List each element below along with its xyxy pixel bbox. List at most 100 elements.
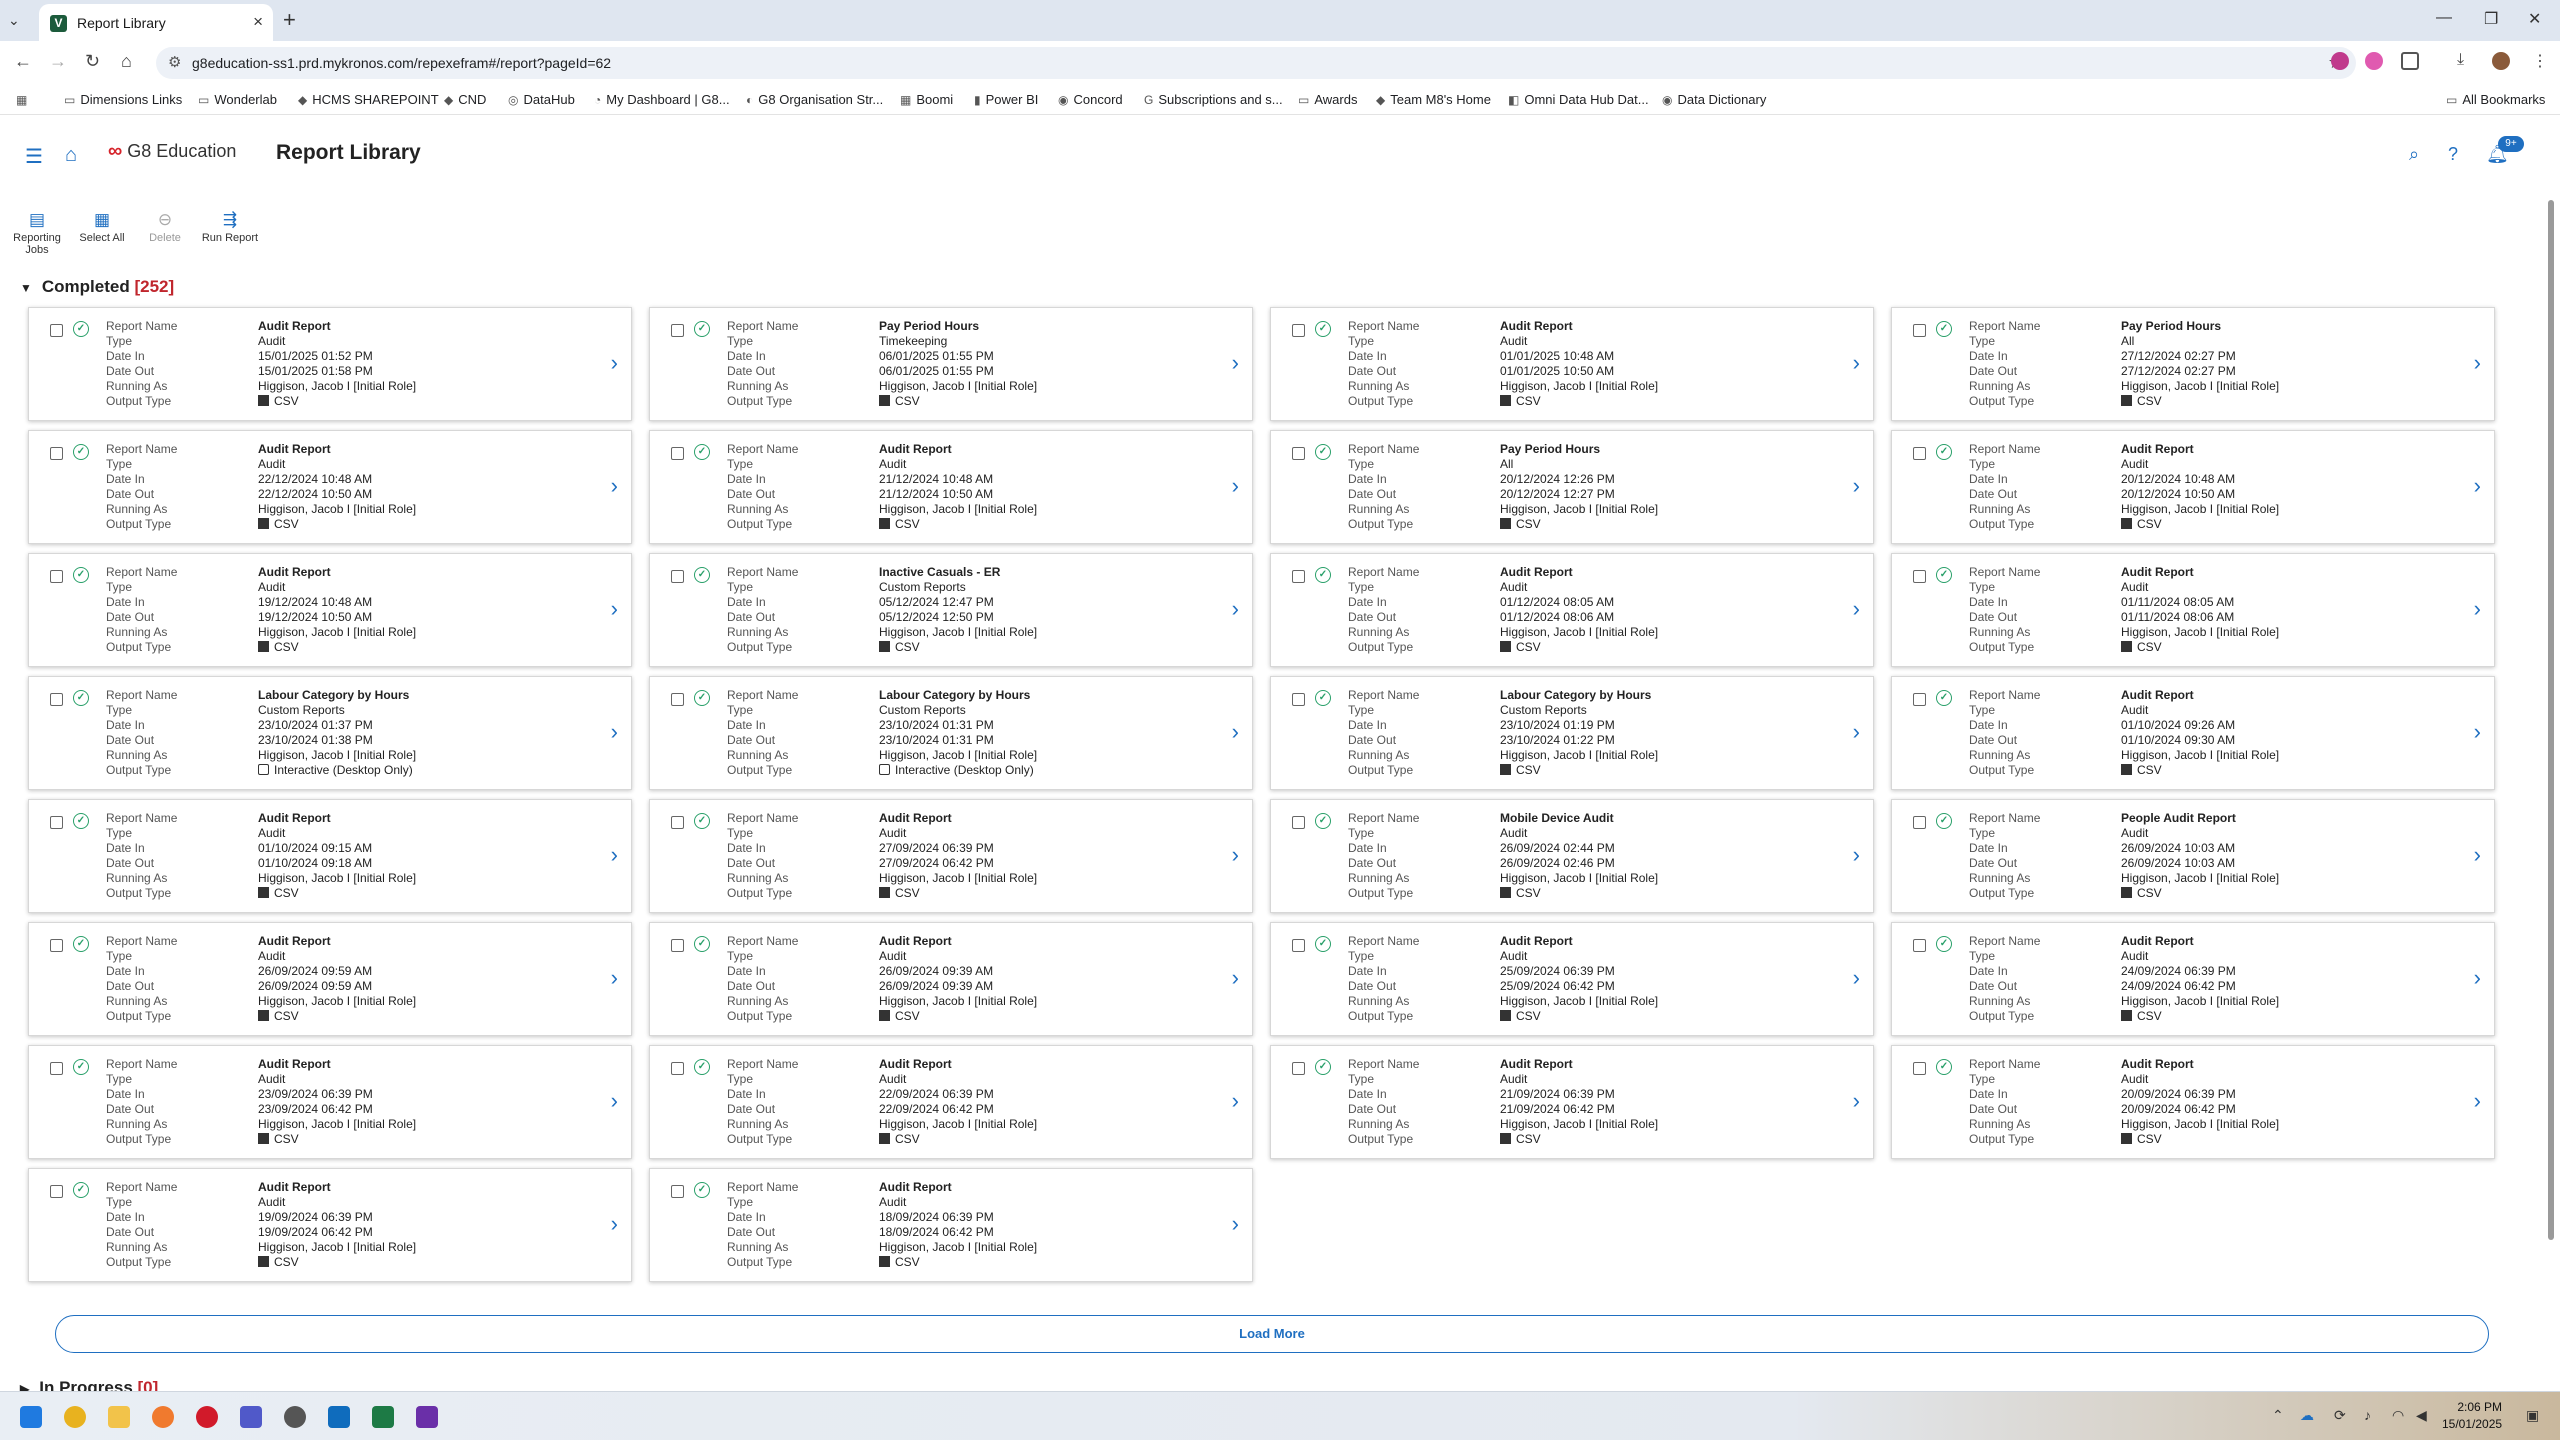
downloads-icon[interactable]: ⤓ xyxy=(2457,51,2464,69)
reporting-jobs-button[interactable]: ▤ Reporting Jobs xyxy=(10,210,64,256)
report-card[interactable]: ✓ Report Name Type Date In Date Out Running A… xyxy=(1891,676,2495,790)
report-select-checkbox[interactable] xyxy=(1913,324,1926,337)
chevron-right-icon[interactable]: › xyxy=(611,1088,618,1114)
report-select-checkbox[interactable] xyxy=(1292,693,1305,706)
report-card[interactable]: ✓ Report Name Type Date In Date Out Running A… xyxy=(1891,922,2495,1036)
settings-app-icon[interactable] xyxy=(284,1406,306,1428)
report-card[interactable]: ✓ Report Name Type Date In Date Out Running A… xyxy=(1891,430,2495,544)
apps-grid-icon[interactable]: ▦ xyxy=(16,92,32,107)
home-icon[interactable]: ⌂ xyxy=(65,144,77,167)
report-card[interactable]: ✓ Report Name Type Date In Date Out Running A… xyxy=(1270,307,1874,421)
file-explorer-icon[interactable] xyxy=(108,1406,130,1428)
bookmark-item[interactable]: ▭ Wonderlab xyxy=(198,92,277,107)
chevron-right-icon[interactable]: › xyxy=(1232,350,1239,376)
report-card[interactable]: ✓ Report Name Type Date In Date Out Running A… xyxy=(1270,553,1874,667)
start-icon[interactable] xyxy=(20,1406,42,1428)
search-icon[interactable]: ⌕ xyxy=(2409,144,2419,165)
tray-chevron-icon[interactable]: ⌃ xyxy=(2272,1407,2284,1424)
bookmark-item[interactable]: G Subscriptions and s... xyxy=(1144,92,1283,107)
chevron-right-icon[interactable]: › xyxy=(1232,719,1239,745)
report-select-checkbox[interactable] xyxy=(50,1185,63,1198)
chevron-right-icon[interactable]: › xyxy=(1232,473,1239,499)
report-card[interactable]: ✓ Report Name Type Date In Date Out Running A… xyxy=(28,430,632,544)
report-card[interactable]: ✓ Report Name Type Date In Date Out Running A… xyxy=(1891,1045,2495,1159)
outlook-icon[interactable] xyxy=(328,1406,350,1428)
report-card[interactable]: ✓ Report Name Type Date In Date Out Running A… xyxy=(1270,799,1874,913)
report-card[interactable]: ✓ Report Name Type Date In Date Out Running A… xyxy=(1270,430,1874,544)
report-card[interactable]: ✓ Report Name Type Date In Date Out Running A… xyxy=(649,922,1253,1036)
bookmark-item[interactable]: ▦ Boomi xyxy=(900,92,953,107)
chevron-right-icon[interactable]: › xyxy=(1232,1088,1239,1114)
report-select-checkbox[interactable] xyxy=(1292,570,1305,583)
report-select-checkbox[interactable] xyxy=(50,939,63,952)
chevron-right-icon[interactable]: › xyxy=(1232,1211,1239,1237)
report-select-checkbox[interactable] xyxy=(671,939,684,952)
menu-icon[interactable]: ⋮ xyxy=(2532,51,2548,71)
bookmark-item[interactable]: ◎ DataHub xyxy=(508,92,575,107)
report-card[interactable]: ✓ Report Name Type Date In Date Out Running A… xyxy=(28,922,632,1036)
report-select-checkbox[interactable] xyxy=(1913,570,1926,583)
bookmark-item[interactable]: ◧ Omni Data Hub Dat... xyxy=(1508,92,1649,107)
chevron-right-icon[interactable]: › xyxy=(611,842,618,868)
report-card[interactable]: ✓ Report Name Type Date In Date Out Running A… xyxy=(28,1168,632,1282)
report-select-checkbox[interactable] xyxy=(1292,816,1305,829)
close-window-icon[interactable]: ✕ xyxy=(2528,9,2541,29)
report-select-checkbox[interactable] xyxy=(1292,447,1305,460)
notifications-icon[interactable]: ▣ xyxy=(2526,1407,2539,1424)
bookmark-item[interactable]: ▮ Power BI xyxy=(974,92,1038,107)
report-card[interactable]: ✓ Report Name Type Date In Date Out Running A… xyxy=(1891,553,2495,667)
onedrive-icon[interactable]: ☁ xyxy=(2300,1407,2314,1424)
chevron-right-icon[interactable]: › xyxy=(611,1211,618,1237)
report-select-checkbox[interactable] xyxy=(1913,693,1926,706)
completed-section-toggle[interactable]: ▼ Completed [252] xyxy=(20,277,174,297)
report-card[interactable]: ✓ Report Name Type Date In Date Out Running A… xyxy=(649,1168,1253,1282)
bookmark-item[interactable]: ◔ My Dashboard | G8... xyxy=(594,92,730,107)
volume-icon[interactable]: ◀︎ xyxy=(2416,1407,2427,1424)
reload-icon[interactable]: ↻ xyxy=(85,51,100,72)
bookmark-item[interactable]: ▭ Awards xyxy=(1298,92,1357,107)
chevron-right-icon[interactable]: › xyxy=(2474,965,2481,991)
mic-icon[interactable]: ♪ xyxy=(2364,1407,2371,1423)
report-card[interactable]: ✓ Report Name Type Date In Date Out Running A… xyxy=(649,553,1253,667)
extensions-puzzle-icon[interactable] xyxy=(2401,52,2419,70)
report-card[interactable]: ✓ Report Name Type Date In Date Out Running A… xyxy=(1891,307,2495,421)
report-select-checkbox[interactable] xyxy=(1913,816,1926,829)
chevron-right-icon[interactable]: › xyxy=(1853,719,1860,745)
bookmark-item[interactable]: ◉ Concord xyxy=(1058,92,1123,107)
report-card[interactable]: ✓ Report Name Type Date In Date Out Running A… xyxy=(649,676,1253,790)
chevron-right-icon[interactable]: › xyxy=(611,350,618,376)
chevron-right-icon[interactable]: › xyxy=(2474,719,2481,745)
wifi-icon[interactable]: ◠ xyxy=(2392,1407,2404,1424)
report-select-checkbox[interactable] xyxy=(1913,1062,1926,1075)
clock[interactable]: 2:06 PM 15/01/2025 xyxy=(2442,1399,2502,1433)
minimize-icon[interactable]: — xyxy=(2436,9,2452,27)
report-card[interactable]: ✓ Report Name Type Date In Date Out Running A… xyxy=(649,799,1253,913)
report-card[interactable]: ✓ Report Name Type Date In Date Out Running A… xyxy=(28,1045,632,1159)
chevron-right-icon[interactable]: › xyxy=(1853,1088,1860,1114)
firefox-icon[interactable] xyxy=(152,1406,174,1428)
tab-search-icon[interactable]: ⌄ xyxy=(8,12,20,29)
address-bar[interactable]: ⚙ g8education-ss1.prd.mykronos.com/repex… xyxy=(156,47,2356,79)
chrome-icon[interactable] xyxy=(64,1406,86,1428)
chevron-right-icon[interactable]: › xyxy=(611,965,618,991)
all-bookmarks[interactable]: ▭ All Bookmarks xyxy=(2446,92,2545,107)
bookmark-item[interactable]: ▭ Dimensions Links xyxy=(64,92,182,107)
back-icon[interactable]: ← xyxy=(14,51,32,72)
delete-button[interactable]: ⊖ Delete xyxy=(140,210,190,244)
bookmark-item[interactable]: ◐ G8 Organisation Str... xyxy=(746,92,883,107)
chevron-right-icon[interactable]: › xyxy=(2474,350,2481,376)
run-report-button[interactable]: ⇶ Run Report xyxy=(200,210,260,244)
chevron-right-icon[interactable]: › xyxy=(1853,596,1860,622)
chevron-right-icon[interactable]: › xyxy=(1232,965,1239,991)
report-select-checkbox[interactable] xyxy=(50,324,63,337)
report-select-checkbox[interactable] xyxy=(671,324,684,337)
report-select-checkbox[interactable] xyxy=(671,1062,684,1075)
new-tab-icon[interactable]: + xyxy=(283,7,296,33)
chevron-right-icon[interactable]: › xyxy=(1853,473,1860,499)
profile-avatar[interactable] xyxy=(2492,52,2510,70)
report-select-checkbox[interactable] xyxy=(50,1062,63,1075)
chevron-right-icon[interactable]: › xyxy=(1853,965,1860,991)
forward-icon[interactable]: → xyxy=(49,51,67,72)
chevron-right-icon[interactable]: › xyxy=(611,473,618,499)
chevron-right-icon[interactable]: › xyxy=(1853,350,1860,376)
